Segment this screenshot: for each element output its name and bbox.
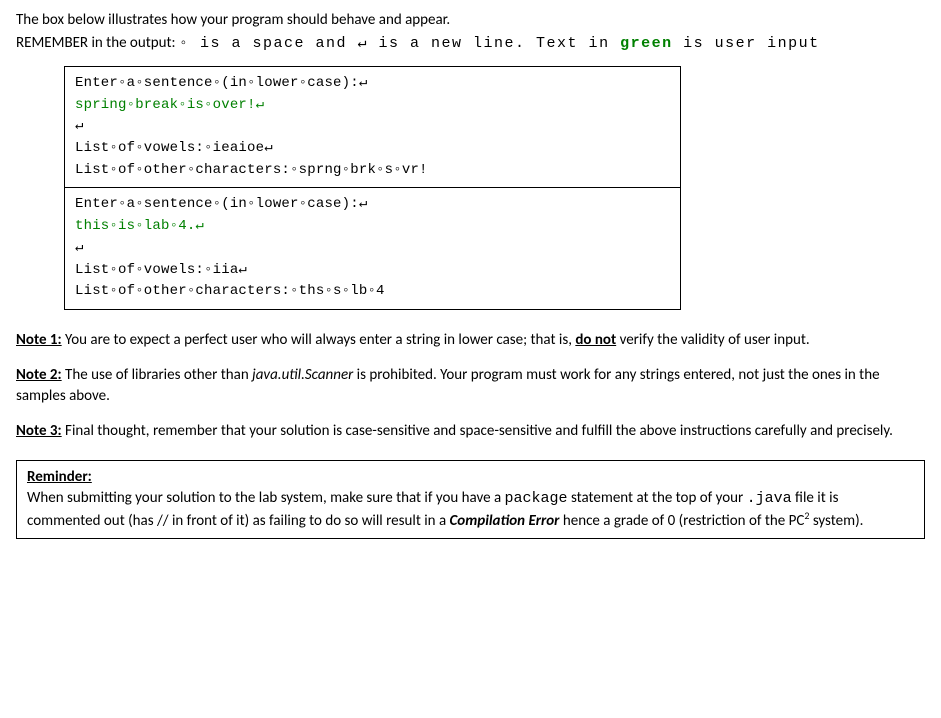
note-1-label: Note 1: <box>16 331 62 349</box>
legend-user-input: is user input <box>673 35 820 52</box>
ex2-line4: List◦of◦vowels:◦iia↵ <box>75 262 247 278</box>
reminder-d: hence a grade of 0 (restriction of the P… <box>559 512 804 530</box>
ex2-line5: List◦of◦other◦characters:◦ths◦s◦lb◦4 <box>75 283 385 299</box>
compilation-error: Compilation Error <box>450 512 560 530</box>
note-2-text-a: The use of libraries other than <box>62 366 252 384</box>
ex1-line5: List◦of◦other◦characters:◦sprng◦brk◦s◦vr… <box>75 162 428 178</box>
ex1-user-input: spring◦break◦is◦over!↵ <box>75 97 264 113</box>
note-3-label: Note 3: <box>16 422 62 440</box>
note-2-lib: java.util.Scanner <box>252 366 353 384</box>
reminder-box: Reminder: When submitting your solution … <box>16 460 925 539</box>
green-word: green <box>620 35 673 52</box>
space-symbol: ◦ <box>179 35 190 52</box>
reminder-b: statement at the top of your <box>568 489 747 507</box>
note-1-text-b: verify the validity of user input. <box>616 331 810 349</box>
ex2-line3: ↵ <box>75 240 84 256</box>
remember-prefix: REMEMBER in the output: <box>16 34 179 52</box>
example-box-2: Enter◦a◦sentence◦(in◦lower◦case):↵ this◦… <box>65 187 680 308</box>
legend-text: ◦ is a space and ↵ is a new line. Text i… <box>179 35 820 52</box>
ex1-line4: List◦of◦vowels:◦ieaioe↵ <box>75 140 273 156</box>
note-1-donot: do not <box>575 331 616 349</box>
package-word: package <box>505 490 568 507</box>
reminder-body: When submitting your solution to the lab… <box>27 488 914 532</box>
intro-line-1: The box below illustrates how your progr… <box>16 10 925 31</box>
example-box-1: Enter◦a◦sentence◦(in◦lower◦case):↵ sprin… <box>65 67 680 187</box>
newline-symbol: ↵ <box>358 35 369 52</box>
note-3: Note 3: Final thought, remember that you… <box>16 421 925 442</box>
reminder-e: system). <box>809 512 863 530</box>
note-1: Note 1: You are to expect a perfect user… <box>16 330 925 351</box>
ex1-line1: Enter◦a◦sentence◦(in◦lower◦case):↵ <box>75 75 367 91</box>
ex1-line3: ↵ <box>75 118 84 134</box>
reminder-a: When submitting your solution to the lab… <box>27 489 505 507</box>
ex2-user-input: this◦is◦lab◦4.↵ <box>75 218 204 234</box>
example-output-container: Enter◦a◦sentence◦(in◦lower◦case):↵ sprin… <box>64 66 681 310</box>
legend-is-space: is a space and <box>189 35 357 52</box>
ex2-line1: Enter◦a◦sentence◦(in◦lower◦case):↵ <box>75 196 367 212</box>
reminder-label: Reminder: <box>27 468 92 486</box>
java-word: .java <box>747 490 792 507</box>
legend-is-newline: is a new line. Text in <box>368 35 620 52</box>
note-2: Note 2: The use of libraries other than … <box>16 365 925 407</box>
note-2-label: Note 2: <box>16 366 62 384</box>
note-1-text-a: You are to expect a perfect user who wil… <box>62 331 576 349</box>
note-3-body: Final thought, remember that your soluti… <box>62 422 893 440</box>
intro-line-2: REMEMBER in the output: ◦ is a space and… <box>16 33 925 54</box>
